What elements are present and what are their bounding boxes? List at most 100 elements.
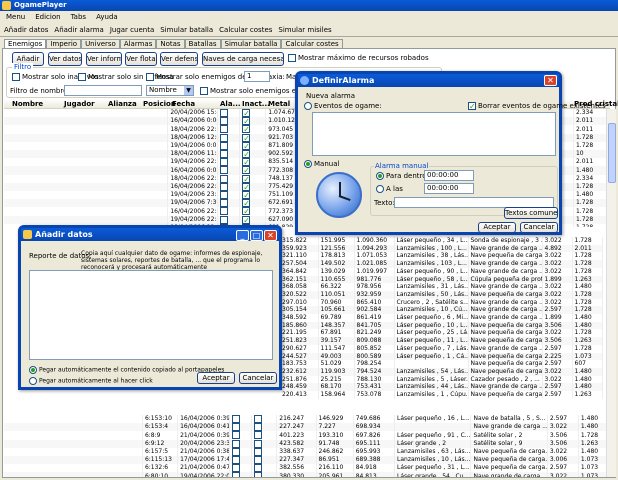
galaxy-checkbox[interactable] — [146, 73, 154, 81]
checkbox[interactable] — [220, 141, 229, 150]
cell-alarma[interactable] — [229, 472, 253, 477]
auto-paste-radio[interactable] — [29, 366, 37, 374]
table-row[interactable]: 6:9:1220/04/2006 23:3... 423.58291.748695… — [4, 439, 610, 448]
table-row[interactable]: 6:80:1019/04/2006 22:0... 380.330205.9618… — [4, 472, 610, 477]
table-row[interactable]: 321.110 178.813 1.071.053 Lanzamisiles , 38… — [280, 252, 603, 261]
toolbar-simulate-battle[interactable]: Simular batalla — [160, 23, 213, 36]
cell-inactivo[interactable] — [251, 464, 278, 473]
cell-inactivo[interactable] — [239, 125, 267, 134]
table-row[interactable]: 348.592 69.789 861.419 Láser pequeño , 6 , … — [280, 314, 603, 322]
maximize-icon[interactable]: □ — [250, 230, 263, 241]
view-fleet-button[interactable]: Ver flota — [125, 52, 157, 66]
table-row[interactable]: 297.010 70.960 865.410 Crucero , 2 , Satéli… — [280, 298, 603, 307]
cell-alarma[interactable] — [217, 158, 241, 167]
view-defense-button[interactable]: Ver defensa — [160, 52, 198, 66]
cell-inactivo[interactable] — [251, 415, 278, 424]
cell-inactivo[interactable] — [239, 166, 267, 175]
common-texts-button[interactable]: Textos comunes — [504, 207, 558, 219]
checked-checkbox[interactable] — [242, 191, 251, 200]
checkbox[interactable] — [231, 447, 240, 456]
table-row[interactable]: 251.876 25.215 788.130 Lanzamisiles , 5 , L… — [280, 375, 603, 384]
espionage-checkbox[interactable] — [200, 87, 208, 95]
checkbox[interactable] — [231, 472, 240, 477]
grid-scrollbar[interactable] — [606, 109, 616, 477]
col-inactivo[interactable]: Inact... — [242, 100, 270, 108]
table-row[interactable]: 220.413 158.964 753.078 Lanzamisiles , 1 , … — [280, 391, 603, 399]
col-alianza[interactable]: Alianza — [108, 100, 137, 108]
table-row[interactable]: 290.627 111.547 805.852 Láser pequeño , 7 ,… — [280, 344, 603, 353]
cell-inactivo[interactable] — [239, 191, 267, 200]
cell-alarma[interactable] — [217, 166, 241, 175]
checkbox[interactable] — [220, 109, 229, 117]
within-time-field[interactable]: 00:00:00 — [424, 170, 474, 181]
auto-paste-option[interactable]: Pegar automáticamente el contenido copia… — [29, 366, 224, 374]
cell-alarma[interactable] — [217, 191, 241, 200]
table-row[interactable]: 6:153:416/04/2006 0:41... 227.2477.227698… — [4, 423, 610, 432]
show-max-option[interactable]: Mostrar máximo de recursos robados — [288, 54, 429, 62]
checkbox[interactable] — [220, 166, 229, 175]
checkbox[interactable] — [220, 150, 229, 159]
checked-checkbox[interactable] — [242, 125, 251, 134]
view-report-button[interactable]: Ver informe — [86, 52, 122, 66]
table-row[interactable]: 320.522 110.051 932.959 Lanzamisiles , 50 ,… — [280, 290, 603, 299]
checkbox[interactable] — [231, 464, 240, 473]
col-fecha[interactable]: Fecha — [172, 100, 195, 108]
checkbox[interactable] — [220, 174, 229, 183]
close-icon[interactable]: ✕ — [264, 230, 277, 241]
checked-checkbox[interactable] — [242, 174, 251, 183]
cell-alarma[interactable] — [217, 141, 241, 151]
checkbox[interactable] — [231, 423, 240, 432]
toolbar-add-alarm[interactable]: Añadir alarma — [54, 23, 103, 36]
cell-alarma[interactable] — [217, 133, 241, 142]
cell-inactivo[interactable] — [239, 207, 267, 216]
checked-checkbox[interactable] — [242, 158, 251, 167]
name-filter-input[interactable] — [64, 85, 142, 96]
col-metal[interactable]: Metal — [268, 100, 290, 108]
table-row[interactable]: 6:8:921/04/2006 0:39... 401.223193.310697… — [4, 431, 610, 440]
cell-inactivo[interactable] — [251, 431, 278, 440]
menu-item[interactable]: Menu — [6, 11, 25, 23]
clear-events-checkbox[interactable] — [468, 102, 476, 110]
events-list[interactable] — [312, 112, 556, 156]
table-row[interactable]: 221.195 67.891 821.249 Láser pequeño , 25 ,… — [280, 329, 603, 338]
checkbox[interactable] — [220, 182, 229, 191]
checked-checkbox[interactable] — [242, 199, 251, 208]
checked-checkbox[interactable] — [242, 141, 251, 150]
checkbox[interactable] — [220, 133, 229, 142]
checkbox[interactable] — [254, 423, 263, 432]
checked-checkbox[interactable] — [242, 182, 251, 191]
cell-alarma[interactable] — [217, 117, 241, 126]
cell-alarma[interactable] — [229, 415, 253, 424]
table-row[interactable]: 359.923 121.556 1.094.293 Lanzamisiles , 10… — [280, 244, 603, 253]
needed-ships-button[interactable]: Naves de carga necesarias — [202, 52, 284, 66]
checkbox[interactable] — [231, 415, 240, 423]
table-row[interactable]: 6:157:521/04/2006 0:38... 338.637246.8626… — [4, 447, 610, 457]
checkbox[interactable] — [254, 439, 263, 448]
table-row[interactable]: 368.058 66.322 978.956 Lanzamisiles , 31 , … — [280, 283, 603, 291]
table-row[interactable]: 185.860 148.357 841.705 Láser pequeño , 10 … — [280, 321, 603, 330]
manual-option[interactable]: Manual — [304, 160, 339, 168]
checkbox[interactable] — [254, 415, 263, 423]
show-max-checkbox[interactable] — [288, 54, 296, 62]
cell-alarma[interactable] — [229, 431, 253, 440]
data-cancel-button[interactable]: Cancelar — [239, 372, 277, 384]
clear-events-option[interactable]: Borrar eventos de ogame existentes — [468, 102, 606, 110]
col-alarma[interactable]: Ala... — [220, 100, 241, 108]
cell-inactivo[interactable] — [239, 141, 267, 151]
cell-inactivo[interactable] — [239, 117, 267, 126]
table-row[interactable]: 6:132:621/04/2006 0:47... 382.556216.1108… — [4, 464, 610, 473]
checkbox[interactable] — [220, 117, 229, 126]
cell-alarma[interactable] — [217, 207, 241, 216]
checkbox[interactable] — [220, 215, 229, 224]
table-row[interactable]: 183.753 51.029 798.254 Nave pequeña de carg… — [280, 360, 603, 368]
toolbar-add-data[interactable]: Añadir datos — [4, 23, 48, 36]
checkbox[interactable] — [254, 464, 263, 473]
checkbox[interactable] — [220, 199, 229, 208]
col-jugador[interactable]: Jugador — [64, 100, 95, 108]
table-row[interactable]: 362.151 110.655 981.776 Láser pequeño , 58 … — [280, 275, 603, 284]
cell-alarma[interactable] — [229, 464, 253, 473]
at-option[interactable]: A las — [376, 185, 403, 193]
checkbox[interactable] — [231, 439, 240, 448]
table-row[interactable]: 315.822 151.995 1.090.360 Láser pequeño , 3… — [280, 237, 603, 245]
checked-checkbox[interactable] — [242, 133, 251, 142]
